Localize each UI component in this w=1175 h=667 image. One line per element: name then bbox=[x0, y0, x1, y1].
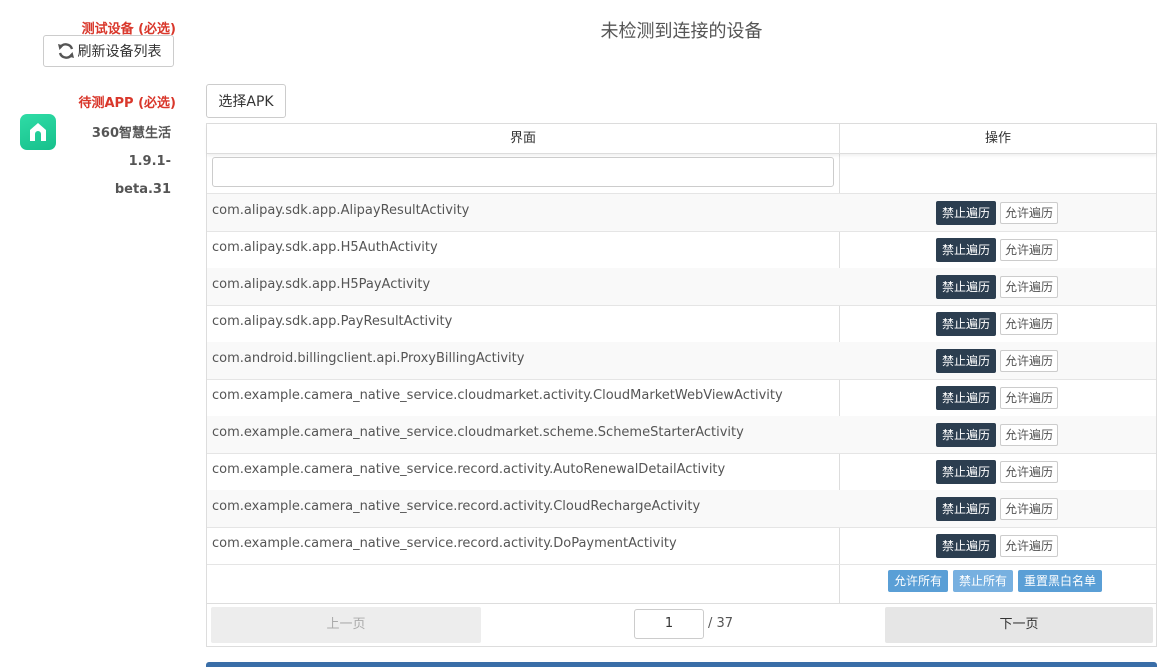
allow-traverse-button[interactable]: 允许遍历 bbox=[1000, 239, 1059, 261]
activity-name: com.android.billingclient.api.ProxyBilli… bbox=[212, 351, 525, 366]
bottom-action-bar[interactable] bbox=[206, 662, 1157, 667]
refresh-devices-button[interactable]: 刷新设备列表 bbox=[43, 35, 174, 67]
allow-traverse-button[interactable]: 允许遍历 bbox=[1000, 313, 1059, 335]
table-row: com.alipay.sdk.app.PayResultActivity 禁止遍历… bbox=[207, 305, 1156, 343]
activity-name: com.example.camera_native_service.cloudm… bbox=[212, 388, 783, 403]
deny-traverse-button[interactable]: 禁止遍历 bbox=[936, 275, 997, 299]
home-icon bbox=[26, 120, 50, 144]
allow-traverse-button[interactable]: 允许遍历 bbox=[1000, 276, 1059, 298]
activity-name: com.alipay.sdk.app.AlipayResultActivity bbox=[212, 203, 470, 218]
allow-traverse-button[interactable]: 允许遍历 bbox=[1000, 461, 1059, 483]
row-actions: 禁止遍历 允许遍历 bbox=[936, 423, 1059, 447]
row-actions: 禁止遍历 允许遍历 bbox=[936, 386, 1059, 410]
activity-name: com.alipay.sdk.app.PayResultActivity bbox=[212, 314, 453, 329]
allow-traverse-button[interactable]: 允许遍历 bbox=[1000, 387, 1059, 409]
device-status-title: 未检测到连接的设备 bbox=[600, 21, 763, 42]
activity-table: 界面 操作 com.alipay.sdk.app.AlipayResultAct… bbox=[206, 123, 1157, 647]
deny-traverse-button[interactable]: 禁止遍历 bbox=[936, 460, 997, 484]
row-actions: 禁止遍历 允许遍历 bbox=[936, 201, 1059, 225]
app-section-label: 待测APP (必选) bbox=[78, 96, 176, 111]
column-header-activity: 界面 bbox=[509, 131, 536, 146]
row-actions: 禁止遍历 允许遍历 bbox=[936, 275, 1059, 299]
prev-page-button[interactable]: 上一页 bbox=[211, 607, 481, 643]
activity-name: com.example.camera_native_service.record… bbox=[212, 536, 677, 551]
pagination: 上一页 1 / 37 下一页 bbox=[207, 604, 1156, 646]
table-row: com.alipay.sdk.app.AlipayResultActivity 禁… bbox=[207, 194, 1156, 232]
select-apk-button[interactable]: 选择APK bbox=[206, 84, 286, 118]
refresh-icon bbox=[56, 41, 76, 61]
deny-traverse-button[interactable]: 禁止遍历 bbox=[936, 312, 997, 336]
allow-all-button[interactable]: 允许所有 bbox=[888, 570, 949, 592]
row-actions: 禁止遍历 允许遍历 bbox=[936, 238, 1059, 262]
deny-all-button[interactable]: 禁止所有 bbox=[953, 570, 1014, 592]
deny-traverse-button[interactable]: 禁止遍历 bbox=[936, 201, 997, 225]
app-icon bbox=[20, 114, 56, 150]
allow-traverse-button[interactable]: 允许遍历 bbox=[1000, 202, 1059, 224]
table-row: com.example.camera_native_service.cloudm… bbox=[207, 416, 1156, 454]
app-name: 360智慧生活 1.9.1- beta.31 bbox=[58, 120, 171, 204]
activity-name: com.example.camera_native_service.record… bbox=[212, 462, 726, 477]
page-number-input[interactable]: 1 bbox=[634, 609, 704, 639]
table-header: 界面 操作 bbox=[207, 124, 1156, 154]
app-name-line1: 360智慧生活 1.9.1- bbox=[91, 126, 171, 169]
activity-filter-input[interactable] bbox=[212, 157, 834, 187]
page-total: / 37 bbox=[708, 616, 734, 631]
row-actions: 禁止遍历 允许遍历 bbox=[936, 534, 1059, 558]
activity-name: com.example.camera_native_service.cloudm… bbox=[212, 425, 744, 440]
table-row: com.example.camera_native_service.record… bbox=[207, 490, 1156, 528]
activity-name: com.alipay.sdk.app.H5PayActivity bbox=[212, 277, 431, 292]
table-row: com.example.camera_native_service.record… bbox=[207, 527, 1156, 565]
allow-traverse-button[interactable]: 允许遍历 bbox=[1000, 535, 1059, 557]
deny-traverse-button[interactable]: 禁止遍历 bbox=[936, 497, 997, 521]
row-actions: 禁止遍历 允许遍历 bbox=[936, 460, 1059, 484]
table-row: com.example.camera_native_service.record… bbox=[207, 453, 1156, 491]
activity-name: com.example.camera_native_service.record… bbox=[212, 499, 701, 514]
allow-traverse-button[interactable]: 允许遍历 bbox=[1000, 498, 1059, 520]
table-row: com.alipay.sdk.app.H5AuthActivity 禁止遍历 允许遍… bbox=[207, 231, 1156, 269]
deny-traverse-button[interactable]: 禁止遍历 bbox=[936, 534, 997, 558]
next-page-button[interactable]: 下一页 bbox=[885, 607, 1153, 643]
deny-traverse-button[interactable]: 禁止遍历 bbox=[936, 349, 997, 373]
deny-traverse-button[interactable]: 禁止遍历 bbox=[936, 423, 997, 447]
app-name-line2: beta.31 bbox=[114, 182, 171, 197]
reset-lists-button[interactable]: 重置黑白名单 bbox=[1018, 570, 1103, 592]
table-row: com.example.camera_native_service.cloudm… bbox=[207, 379, 1156, 417]
deny-traverse-button[interactable]: 禁止遍历 bbox=[936, 386, 997, 410]
refresh-devices-label: 刷新设备列表 bbox=[77, 44, 162, 60]
table-footer: 允许所有 禁止所有 重置黑白名单 bbox=[207, 562, 1156, 604]
activity-name: com.alipay.sdk.app.H5AuthActivity bbox=[212, 240, 438, 255]
deny-traverse-button[interactable]: 禁止遍历 bbox=[936, 238, 997, 262]
filter-row bbox=[207, 154, 1156, 194]
row-actions: 禁止遍历 允许遍历 bbox=[936, 349, 1059, 373]
allow-traverse-button[interactable]: 允许遍历 bbox=[1000, 350, 1059, 372]
allow-traverse-button[interactable]: 允许遍历 bbox=[1000, 424, 1059, 446]
row-actions: 禁止遍历 允许遍历 bbox=[936, 497, 1059, 521]
row-actions: 禁止遍历 允许遍历 bbox=[936, 312, 1059, 336]
column-header-actions: 操作 bbox=[984, 131, 1011, 146]
table-row: com.android.billingclient.api.ProxyBilli… bbox=[207, 342, 1156, 380]
table-row: com.alipay.sdk.app.H5PayActivity 禁止遍历 允许遍历 bbox=[207, 268, 1156, 306]
